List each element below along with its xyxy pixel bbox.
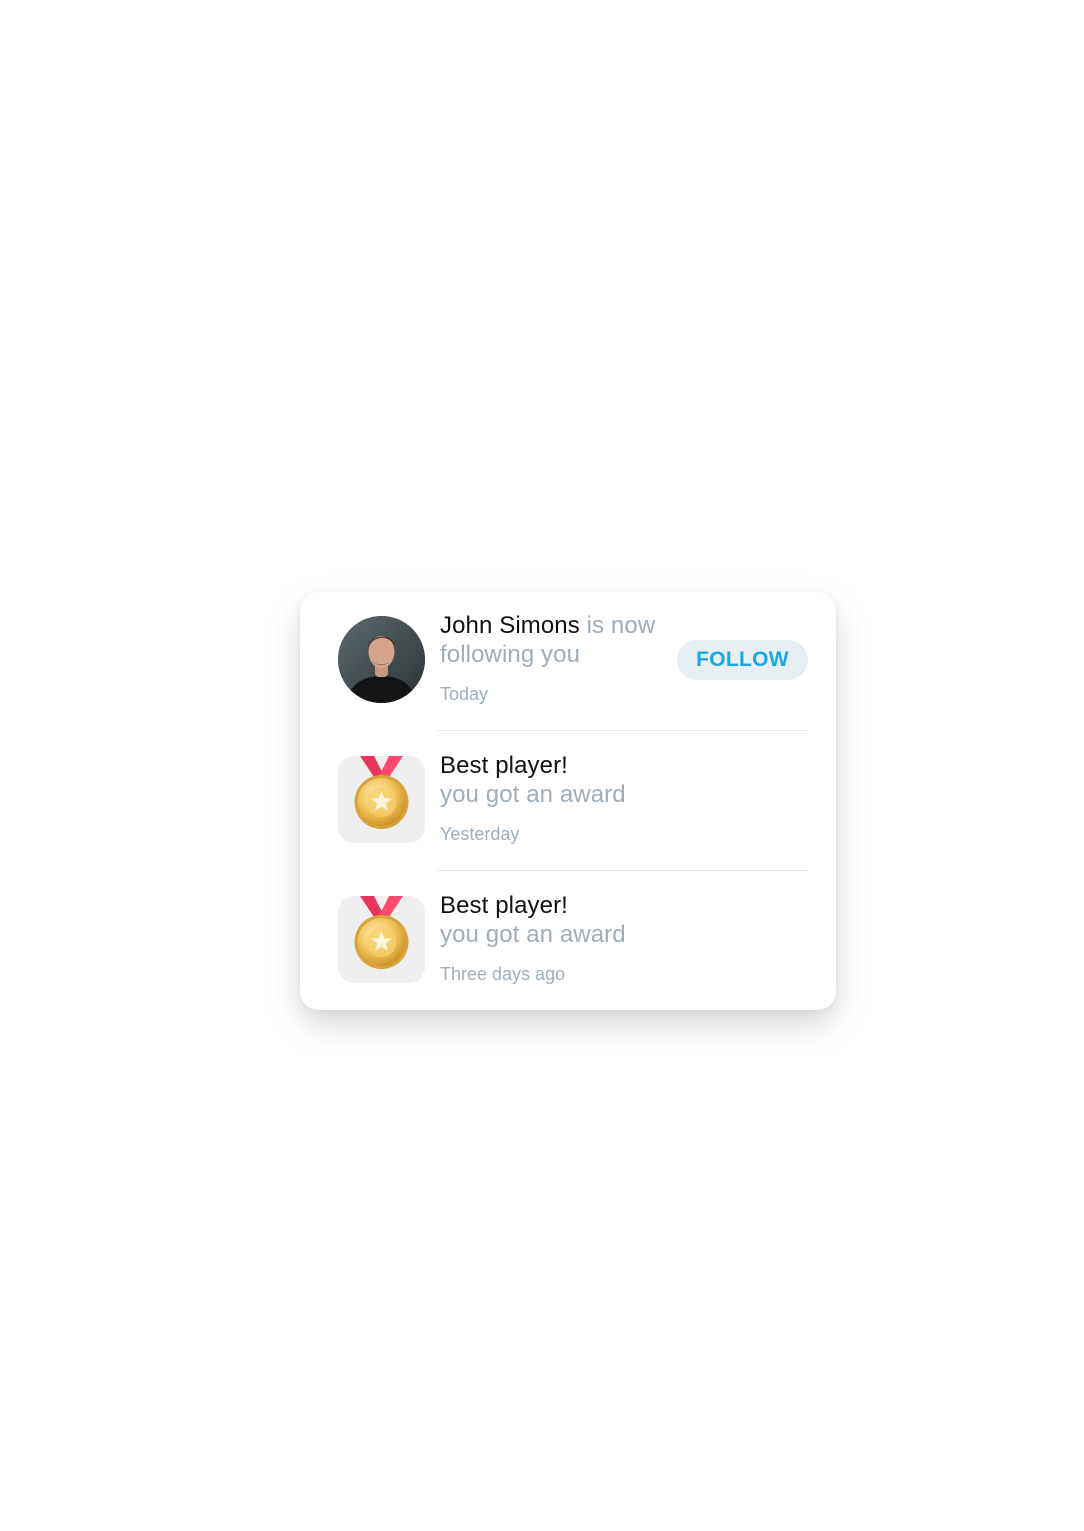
medal-icon bbox=[338, 896, 425, 983]
follower-name[interactable]: John Simons bbox=[440, 612, 580, 639]
award-message: you got an award bbox=[440, 781, 626, 808]
notifications-card: John Simons is now following you Today F… bbox=[300, 592, 836, 1010]
user-avatar[interactable] bbox=[338, 616, 425, 703]
notification-item-follow[interactable]: John Simons is now following you Today F… bbox=[300, 592, 836, 732]
medal-icon bbox=[338, 756, 425, 843]
notification-time: Three days ago bbox=[440, 964, 566, 984]
award-message: you got an award bbox=[440, 921, 626, 948]
notification-time: Today bbox=[440, 684, 489, 704]
follow-message-inline: is now bbox=[586, 612, 656, 639]
divider bbox=[437, 730, 808, 731]
divider bbox=[437, 870, 808, 871]
award-title: Best player! bbox=[440, 752, 568, 779]
notification-item-award[interactable]: Best player! you got an award Three days… bbox=[300, 872, 836, 1012]
award-title: Best player! bbox=[440, 892, 568, 919]
notification-item-award[interactable]: Best player! you got an award Yesterday bbox=[300, 732, 836, 872]
follow-button[interactable]: FOLLOW bbox=[677, 640, 808, 680]
notification-time: Yesterday bbox=[440, 824, 520, 844]
